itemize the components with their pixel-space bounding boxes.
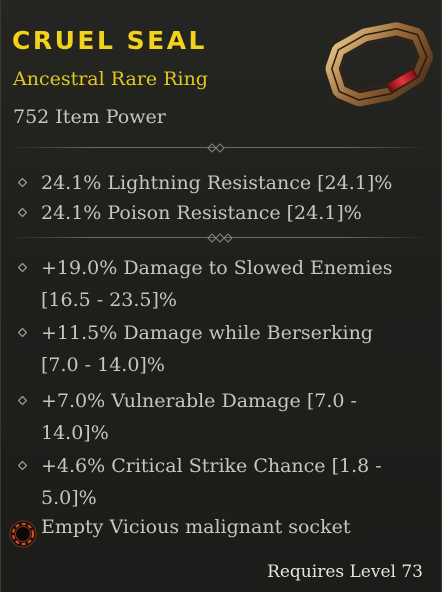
affix-damage-slowed-enemies: +19.0% Damage to Slowed Enemies [16.5 - … [41,257,393,311]
diamond-bullet-icon [18,396,27,405]
diamond-bullet-icon [18,461,27,470]
diamond-bullet-icon [18,263,27,272]
item-power: 752 Item Power [13,106,166,128]
diamond-bullet-icon [18,328,27,337]
affix-critical-strike-chance: +4.6% Critical Strike Chance [1.8 - 5.0]… [41,455,382,509]
diamond-bullet-icon [18,178,27,187]
level-requirement: Requires Level 73 [267,562,423,582]
item-type: Ancestral Rare Ring [13,68,208,90]
divider [9,232,429,244]
malignant-socket-icon [8,519,38,549]
item-name: CRUEL SEAL [12,26,207,55]
implicit-poison-resistance: 24.1% Poison Resistance [24.1]% [41,202,362,224]
ring-icon [319,10,439,120]
affix-damage-berserking: +11.5% Damage while Berserking [7.0 - 14… [41,322,373,376]
divider [9,142,429,154]
item-tooltip: CRUEL SEAL Ancestral Rare Ring 752 Item … [0,0,442,592]
affix-vulnerable-damage: +7.0% Vulnerable Damage [7.0 - 14.0]% [41,390,357,444]
socket-label: Empty Vicious malignant socket [41,516,351,538]
implicit-lightning-resistance: 24.1% Lightning Resistance [24.1]% [41,172,393,194]
diamond-bullet-icon [18,208,27,217]
